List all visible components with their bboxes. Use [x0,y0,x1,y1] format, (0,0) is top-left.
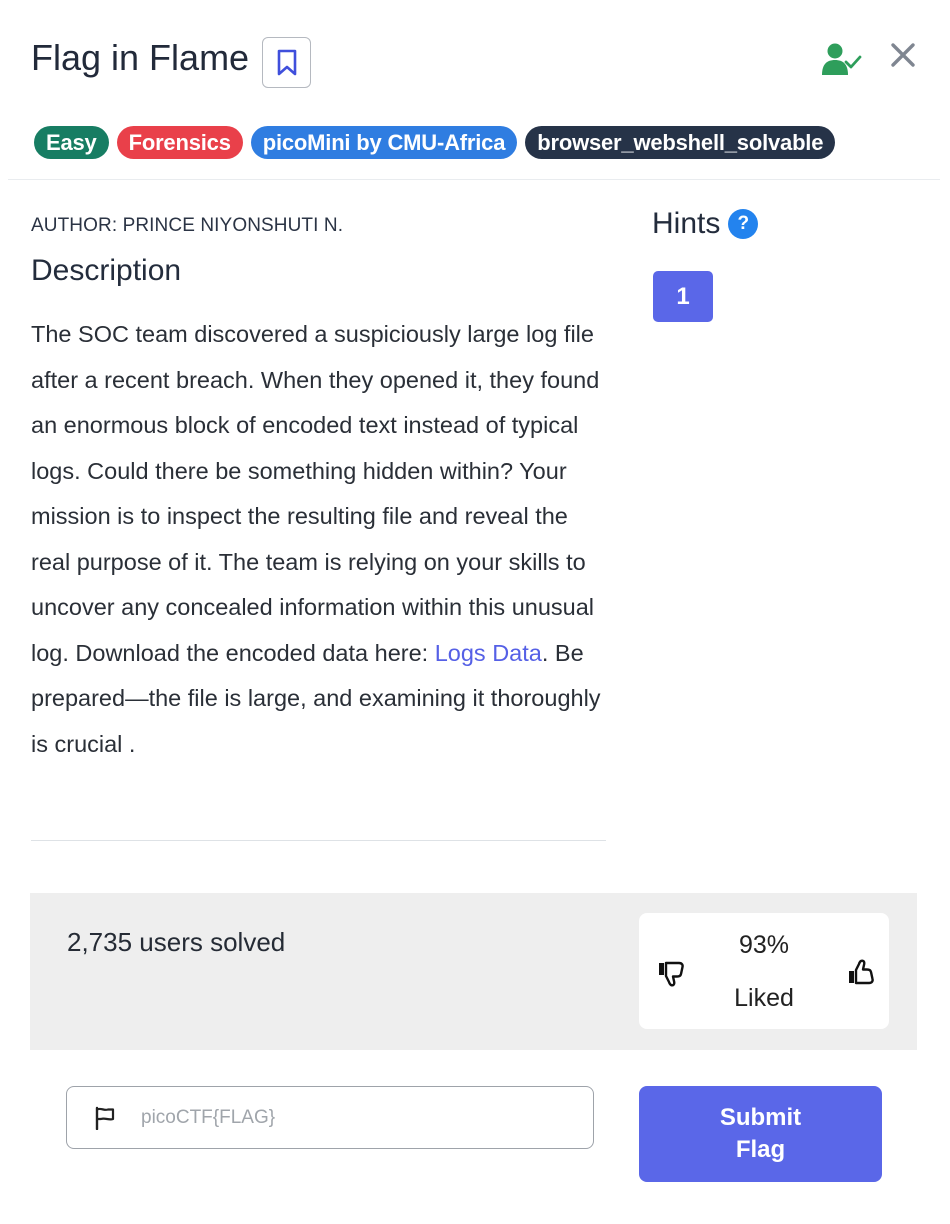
close-button[interactable] [884,36,922,74]
submit-flag-button[interactable]: Submit Flag [639,1086,882,1182]
help-icon[interactable]: ? [728,209,759,239]
header-divider [8,179,940,180]
author-label: AUTHOR: PRINCE NIYONSHUTI N. [31,215,344,236]
flag-icon [95,1106,115,1130]
description-text: The SOC team discovered a suspiciously l… [31,312,611,767]
flag-input[interactable] [141,1099,571,1137]
bookmark-icon [277,49,296,75]
webshell-tag: browser_webshell_solvable [525,126,836,159]
user-check-icon [822,43,862,75]
hint-button-1[interactable]: 1 [653,271,713,322]
liked-percent: 93% [738,931,790,959]
hints-heading-label: Hints [652,207,721,240]
tag-list: Easy Forensics picoMini by CMU-Africa br… [34,126,836,159]
description-divider [31,840,606,841]
close-icon [891,43,915,67]
event-tag: picoMini by CMU-Africa [250,126,518,159]
challenge-title: Flag in Flame [31,37,250,78]
challenge-modal: Flag in Flame Easy Forensics picoMini by… [0,0,950,1224]
bookmark-button[interactable] [262,37,311,88]
description-part-1: The SOC team discovered a suspiciously l… [31,321,600,666]
thumbs-up-icon[interactable] [847,957,879,989]
difficulty-tag: Easy [34,126,109,159]
logs-data-link[interactable]: Logs Data [435,640,542,666]
hints-heading: Hints ? [652,207,759,241]
like-card: 93% Liked [639,913,889,1029]
flag-input-container [66,1086,594,1149]
solved-count: 2,735 users solved [67,927,286,957]
stats-panel: 2,735 users solved 93% Liked [30,893,917,1050]
category-tag: Forensics [116,126,243,159]
description-heading: Description [31,254,182,287]
